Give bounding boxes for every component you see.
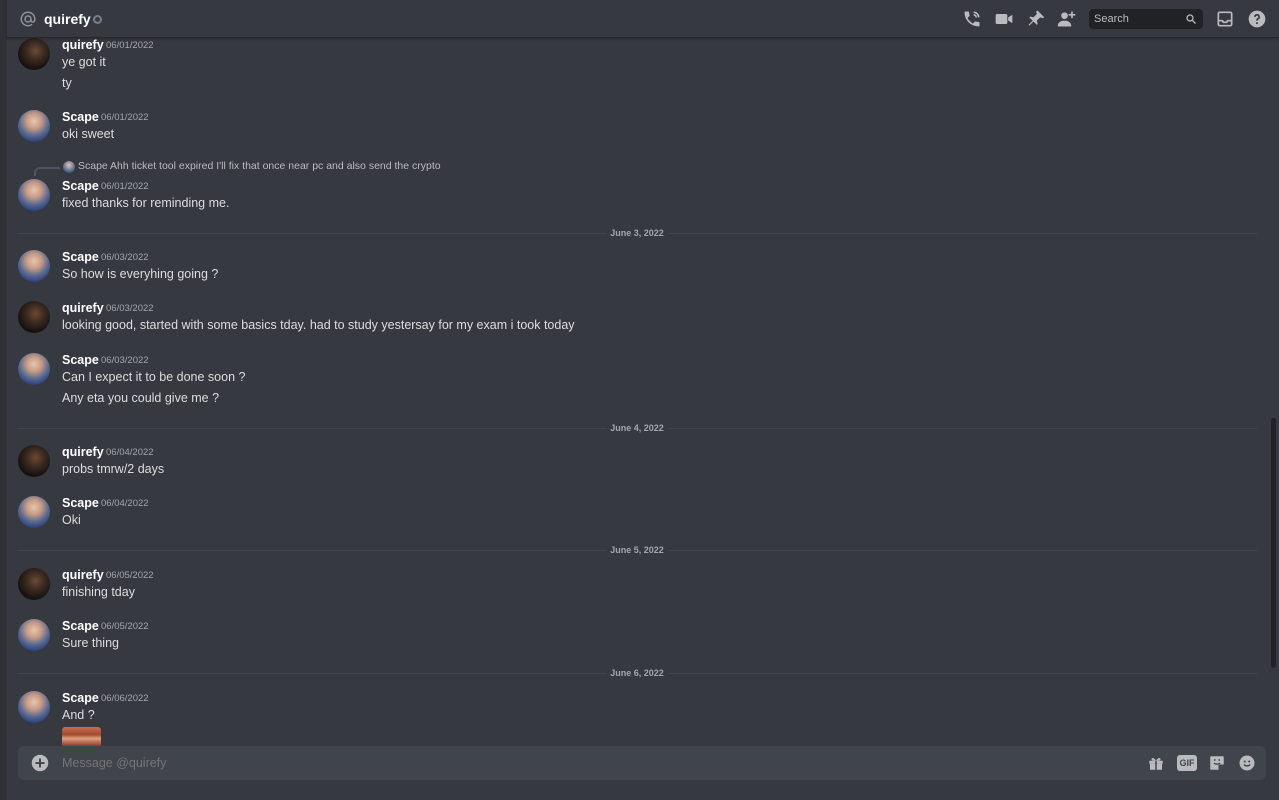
date-divider: June 6, 2022 — [17, 666, 1257, 680]
message-author[interactable]: Scape — [62, 109, 99, 125]
search-placeholder: Search — [1094, 13, 1129, 25]
reply-author[interactable]: Scape — [78, 159, 108, 173]
gift-icon[interactable] — [1146, 754, 1166, 772]
message-content: Sure thing — [62, 636, 119, 650]
message-timestamp: 06/01/2022 — [106, 40, 154, 51]
dm-recipient-name[interactable]: quirefy — [44, 10, 91, 28]
avatar[interactable] — [18, 691, 50, 723]
message-timestamp: 06/04/2022 — [101, 498, 149, 509]
avatar[interactable] — [18, 179, 50, 211]
reply-spine — [34, 167, 60, 176]
message-content: Can I expect it to be done soon ? — [62, 370, 246, 384]
message-content: fixed thanks for reminding me. — [62, 196, 230, 210]
voice-call-icon[interactable] — [962, 9, 982, 29]
sticker-icon[interactable] — [1207, 754, 1227, 772]
add-friend-icon[interactable] — [1057, 9, 1077, 29]
message-author[interactable]: quirefy — [62, 444, 104, 460]
avatar[interactable] — [18, 38, 50, 70]
message-author[interactable]: quirefy — [62, 38, 104, 53]
message-content: So how is everyhing going ? — [62, 267, 219, 281]
message-timestamp: 06/03/2022 — [106, 303, 154, 314]
avatar[interactable] — [18, 496, 50, 528]
reply-preview[interactable]: Ahh ticket tool expired I'll fix that on… — [110, 159, 441, 173]
message-content: probs tmrw/2 days — [62, 462, 165, 476]
message-content: ty — [62, 76, 72, 90]
message-author[interactable]: Scape — [62, 249, 99, 265]
avatar[interactable] — [18, 445, 50, 477]
message-timestamp: 06/05/2022 — [106, 570, 154, 581]
message-author[interactable]: Scape — [62, 352, 99, 368]
avatar[interactable] — [18, 568, 50, 600]
date-divider: June 3, 2022 — [17, 226, 1257, 240]
status-offline-indicator — [93, 15, 102, 24]
date-divider-label: June 4, 2022 — [606, 421, 668, 435]
date-divider-label: June 5, 2022 — [606, 543, 668, 557]
scrollbar-thumb[interactable] — [1271, 418, 1276, 668]
message-timestamp: 06/01/2022 — [101, 181, 149, 192]
emoji-icon[interactable] — [1237, 754, 1257, 772]
avatar[interactable] — [18, 353, 50, 385]
message-content: finishing tday — [62, 585, 135, 599]
date-divider-label: June 6, 2022 — [606, 666, 668, 680]
attach-plus-icon[interactable] — [31, 754, 49, 772]
message-timestamp: 06/04/2022 — [106, 447, 154, 458]
gif-icon[interactable]: GIF — [1177, 755, 1197, 771]
message-timestamp: 06/01/2022 — [101, 112, 149, 123]
message-author[interactable]: quirefy — [62, 300, 104, 316]
message-timestamp: 06/06/2022 — [101, 693, 149, 704]
message-content: And ? — [62, 708, 95, 722]
message-content: looking good, started with some basics t… — [62, 318, 575, 332]
channel-header: quirefy Search — [7, 0, 1279, 38]
avatar[interactable] — [18, 110, 50, 142]
message-author[interactable]: Scape — [62, 495, 99, 511]
message-timestamp: 06/05/2022 — [101, 621, 149, 632]
guild-sidebar-edge — [0, 0, 7, 800]
help-icon[interactable] — [1247, 9, 1267, 29]
message-author[interactable]: Scape — [62, 618, 99, 634]
message-timestamp: 06/03/2022 — [101, 252, 149, 263]
message-content: ye got it — [62, 55, 106, 69]
message-content: Oki — [62, 513, 81, 527]
message-input[interactable] — [62, 746, 1122, 780]
message-author[interactable]: Scape — [62, 178, 99, 194]
pin-icon[interactable] — [1026, 9, 1046, 29]
avatar[interactable] — [18, 619, 50, 651]
avatar[interactable] — [18, 301, 50, 333]
message-content: oki sweet — [62, 127, 115, 141]
message-author[interactable]: quirefy — [62, 567, 104, 583]
search-input[interactable]: Search — [1089, 9, 1203, 29]
search-icon[interactable] — [1185, 13, 1197, 25]
reply-avatar[interactable] — [63, 161, 75, 173]
date-divider: June 4, 2022 — [17, 421, 1257, 435]
avatar[interactable] — [18, 250, 50, 282]
message-timestamp: 06/03/2022 — [101, 355, 149, 366]
message-list[interactable]: quirefy 06/01/2022 ye got it ty Scape 06… — [7, 38, 1267, 746]
inbox-icon[interactable] — [1215, 9, 1235, 29]
message-scrollbar[interactable] — [1268, 38, 1279, 746]
message-author[interactable]: Scape — [62, 690, 99, 706]
video-call-icon[interactable] — [994, 9, 1014, 29]
date-divider-label: June 3, 2022 — [606, 226, 668, 240]
date-divider: June 5, 2022 — [17, 543, 1257, 557]
message-composer: GIF — [18, 746, 1266, 780]
image-attachment[interactable] — [62, 727, 101, 746]
message-content: Any eta you could give me ? — [62, 391, 220, 405]
at-icon — [20, 11, 36, 27]
